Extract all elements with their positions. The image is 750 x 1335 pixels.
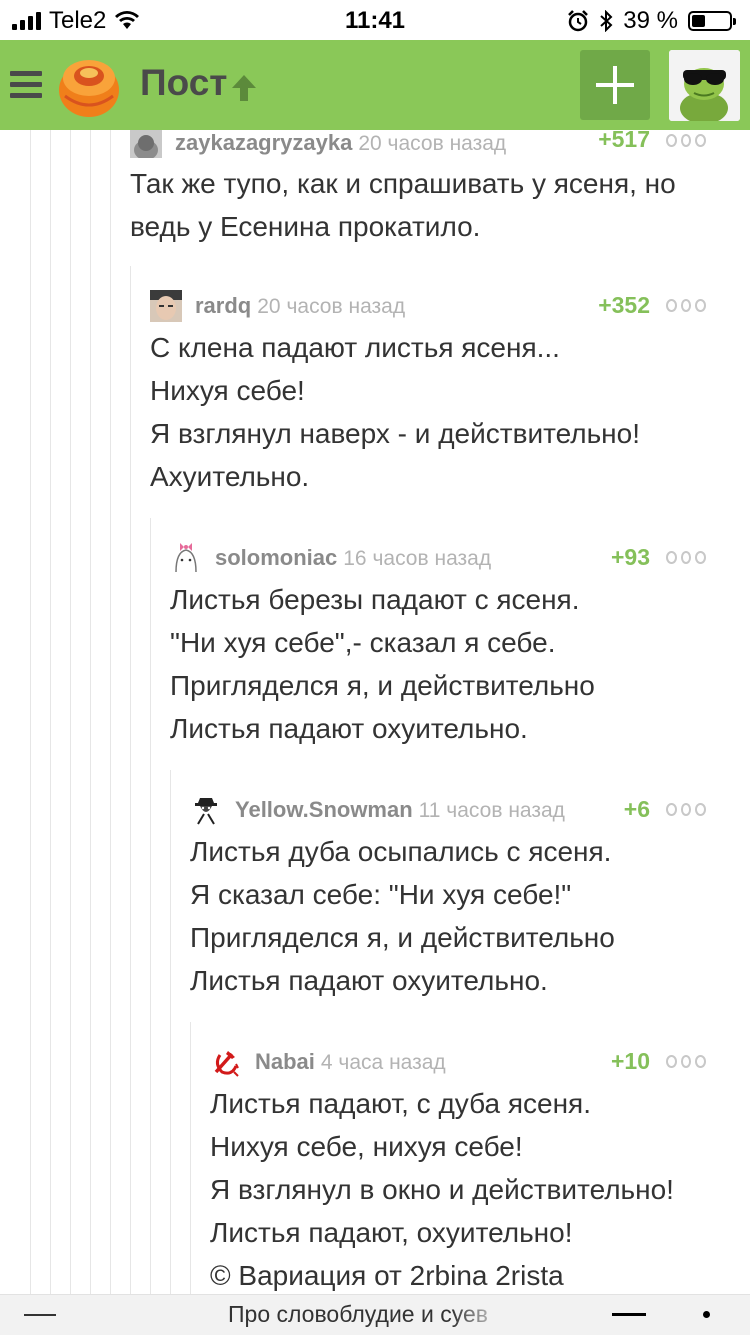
avatar[interactable] — [210, 1046, 242, 1078]
comment-time: 20 часов назад — [257, 295, 406, 318]
status-bar: Tele2 11:41 39 % — [0, 0, 750, 40]
thread-line — [50, 130, 51, 1294]
dot-icon[interactable] — [703, 1311, 710, 1318]
comment-header: zaykazagryzayka 20 часов назад +517 — [130, 126, 710, 158]
collapse-icon[interactable] — [24, 1314, 56, 1316]
comment-username[interactable]: zaykazagryzayka — [175, 130, 352, 155]
avatar[interactable] — [170, 542, 202, 574]
comment-header: Yellow.Snowman 11 часов назад +6 — [190, 794, 710, 826]
more-options-icon[interactable] — [666, 299, 707, 313]
comment-rating: +352 — [598, 292, 650, 318]
comment-rating: +10 — [610, 1048, 650, 1074]
thread-line — [30, 130, 31, 1294]
app-header: Пост — [0, 40, 750, 130]
more-options-icon[interactable] — [666, 134, 707, 148]
comment-text: Листья падают, с дуба ясеня. Нихуя себе,… — [210, 1088, 674, 1291]
comment-text: Так же тупо, как и спрашивать у ясеня, н… — [130, 168, 676, 242]
comment-time: 4 часа назад — [320, 1051, 446, 1074]
comment-text: Листья березы падают с ясеня. "Ни хуя се… — [170, 584, 595, 744]
battery-percent: 39 % — [623, 7, 678, 34]
page-title: Пост — [140, 62, 228, 103]
comment-rating: +6 — [623, 796, 650, 822]
comment: Yellow.Snowman 11 часов назад +6 Листья д… — [190, 794, 710, 1004]
plus-icon[interactable] — [580, 50, 650, 120]
comment: rardq 20 часов назад +352 С клена падают … — [150, 290, 710, 500]
post-title-bar[interactable]: Про словоблудие и суев — [228, 1301, 508, 1328]
more-options-icon[interactable] — [666, 803, 707, 817]
thread-line — [90, 130, 91, 1294]
comment: zaykazagryzayka 20 часов назад +517 Так ж… — [130, 126, 710, 248]
comment-username[interactable]: solomoniac — [215, 545, 337, 570]
avatar[interactable] — [190, 794, 222, 826]
thread-line — [110, 130, 111, 1294]
comment-time: 16 часов назад — [343, 547, 492, 570]
comment-text: С клена падают листья ясеня... Нихуя себ… — [150, 332, 640, 492]
comment-header: solomoniac 16 часов назад +93 — [170, 542, 710, 574]
comment-rating: +93 — [610, 544, 650, 570]
comment-rating: +517 — [598, 126, 650, 152]
comment-time: 20 часов назад — [358, 132, 507, 155]
more-options-icon[interactable] — [666, 551, 707, 565]
alarm-icon — [568, 10, 589, 32]
bluetooth-icon — [600, 10, 613, 32]
comment-header: rardq 20 часов назад +352 — [150, 290, 710, 322]
minimize-icon[interactable] — [612, 1313, 646, 1316]
avatar[interactable] — [150, 290, 182, 322]
battery-icon — [688, 11, 736, 31]
pikabu-logo[interactable] — [55, 52, 123, 120]
comment-text: Листья дуба осыпались с ясеня. Я сказал … — [190, 836, 615, 996]
thread-line — [170, 770, 171, 1294]
arrow-up-icon[interactable] — [228, 73, 260, 103]
thread-line — [190, 1022, 191, 1294]
comment-username[interactable]: Yellow.Snowman — [235, 797, 413, 822]
thread-line — [70, 130, 71, 1294]
comment-username[interactable]: Nabai — [255, 1049, 315, 1074]
thread-line — [130, 266, 131, 1294]
comment: solomoniac 16 часов назад +93 Листья бере… — [170, 542, 710, 752]
user-avatar[interactable] — [669, 50, 740, 121]
more-options-icon[interactable] — [666, 1055, 707, 1069]
bottom-bar: Про словоблудие и суев — [0, 1294, 750, 1335]
comment: Nabai 4 часа назад +10 Листья падают, с д… — [210, 1046, 710, 1294]
thread-line — [150, 518, 151, 1294]
menu-icon[interactable] — [10, 71, 42, 99]
avatar[interactable] — [130, 130, 162, 158]
comment-header: Nabai 4 часа назад +10 — [210, 1046, 710, 1078]
comment-username[interactable]: rardq — [195, 293, 251, 318]
comment-time: 11 часов назад — [418, 799, 565, 822]
